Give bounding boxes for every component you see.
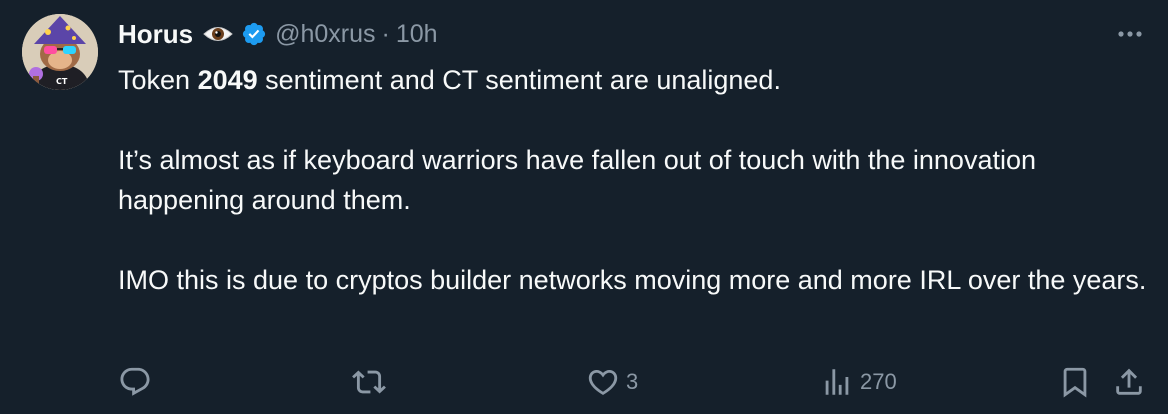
retweet-button[interactable]: [352, 360, 392, 404]
bookmark-button[interactable]: [1058, 360, 1092, 404]
author-name[interactable]: Horus: [118, 19, 193, 50]
views-button[interactable]: 270: [820, 360, 897, 404]
share-button[interactable]: [1112, 360, 1146, 404]
tweet: CT Horus @h0xrus · 10h Token 2049 sentim…: [0, 0, 1168, 414]
more-dots-icon: [1118, 31, 1142, 37]
author-handle[interactable]: @h0xrus: [275, 20, 375, 49]
tweet-text-segment: sentiment and CT sentiment are unaligned…: [257, 65, 781, 95]
retweet-icon: [352, 370, 386, 394]
verified-badge-icon: [241, 21, 267, 47]
tweet-text-segment: Token: [118, 65, 198, 95]
reply-icon: [120, 367, 150, 396]
views-count: 270: [860, 369, 897, 394]
wizard-monkey-avatar-icon: CT: [22, 14, 98, 90]
heart-icon: [588, 369, 618, 395]
share-icon: [1116, 368, 1142, 395]
tweet-text: Token 2049 sentiment and CT sentiment ar…: [118, 60, 1148, 300]
bookmark-icon: [1063, 367, 1087, 398]
avatar[interactable]: CT: [22, 14, 98, 90]
tweet-paragraph-2: It’s almost as if keyboard warriors have…: [118, 145, 1036, 215]
reply-button[interactable]: [118, 360, 158, 404]
eye-icon: [203, 24, 233, 44]
analytics-icon: [825, 369, 849, 395]
like-count: 3: [626, 369, 639, 394]
tweet-header: Horus @h0xrus · 10h: [118, 16, 438, 52]
tweet-text-bold: 2049: [197, 65, 258, 95]
svg-text:CT: CT: [56, 77, 68, 86]
tweet-timestamp[interactable]: 10h: [396, 20, 438, 49]
tweet-paragraph-1: Token 2049 sentiment and CT sentiment ar…: [118, 60, 1148, 100]
more-options-button[interactable]: [1110, 16, 1150, 52]
header-separator: ·: [381, 19, 390, 48]
tweet-actions: 3 270: [118, 360, 1148, 404]
like-button[interactable]: 3: [586, 360, 638, 404]
tweet-paragraph-3: IMO this is due to cryptos builder netwo…: [118, 265, 1147, 295]
